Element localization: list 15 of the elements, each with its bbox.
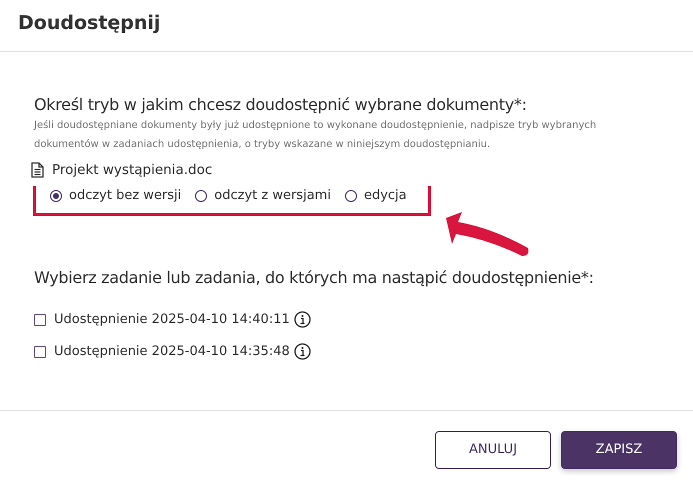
radio-option[interactable]: odczyt z wersjami <box>195 188 331 203</box>
task-checkbox[interactable]: Udostępnienie 2025-04-10 14:40:11 <box>34 311 659 328</box>
dialog-title: Doudostępnij <box>18 12 160 34</box>
task-checkbox[interactable]: Udostępnienie 2025-04-10 14:35:48 <box>34 343 659 360</box>
hint-text: Jeśli doudostępniane dokumenty były już udostępnione to wykonane doudostępnienie, nadpisze tryb wybranych dokumentów w zadaniach udostępnienia, o tryby wskazane w niniejszym doudostępnianiu. <box>34 119 598 152</box>
radio-option[interactable]: edycja <box>344 188 407 203</box>
radio-option[interactable]: odczyt bez wersji <box>50 188 182 203</box>
section-heading: Wybierz zadanie lub zadania, do których ma nastąpić doudostępnienie*: <box>34 268 595 287</box>
info-icon[interactable] <box>294 311 311 328</box>
document-icon <box>31 162 44 178</box>
section-heading: Określ tryb w jakim chcesz doudostępnić wybrane dokumenty*: <box>34 95 528 114</box>
document-name: Projekt wystąpienia.doc <box>52 162 212 178</box>
dialog-button[interactable]: ANULUJ <box>435 430 551 468</box>
dialog-button[interactable]: ZAPISZ <box>561 430 677 468</box>
info-icon[interactable] <box>294 343 311 360</box>
